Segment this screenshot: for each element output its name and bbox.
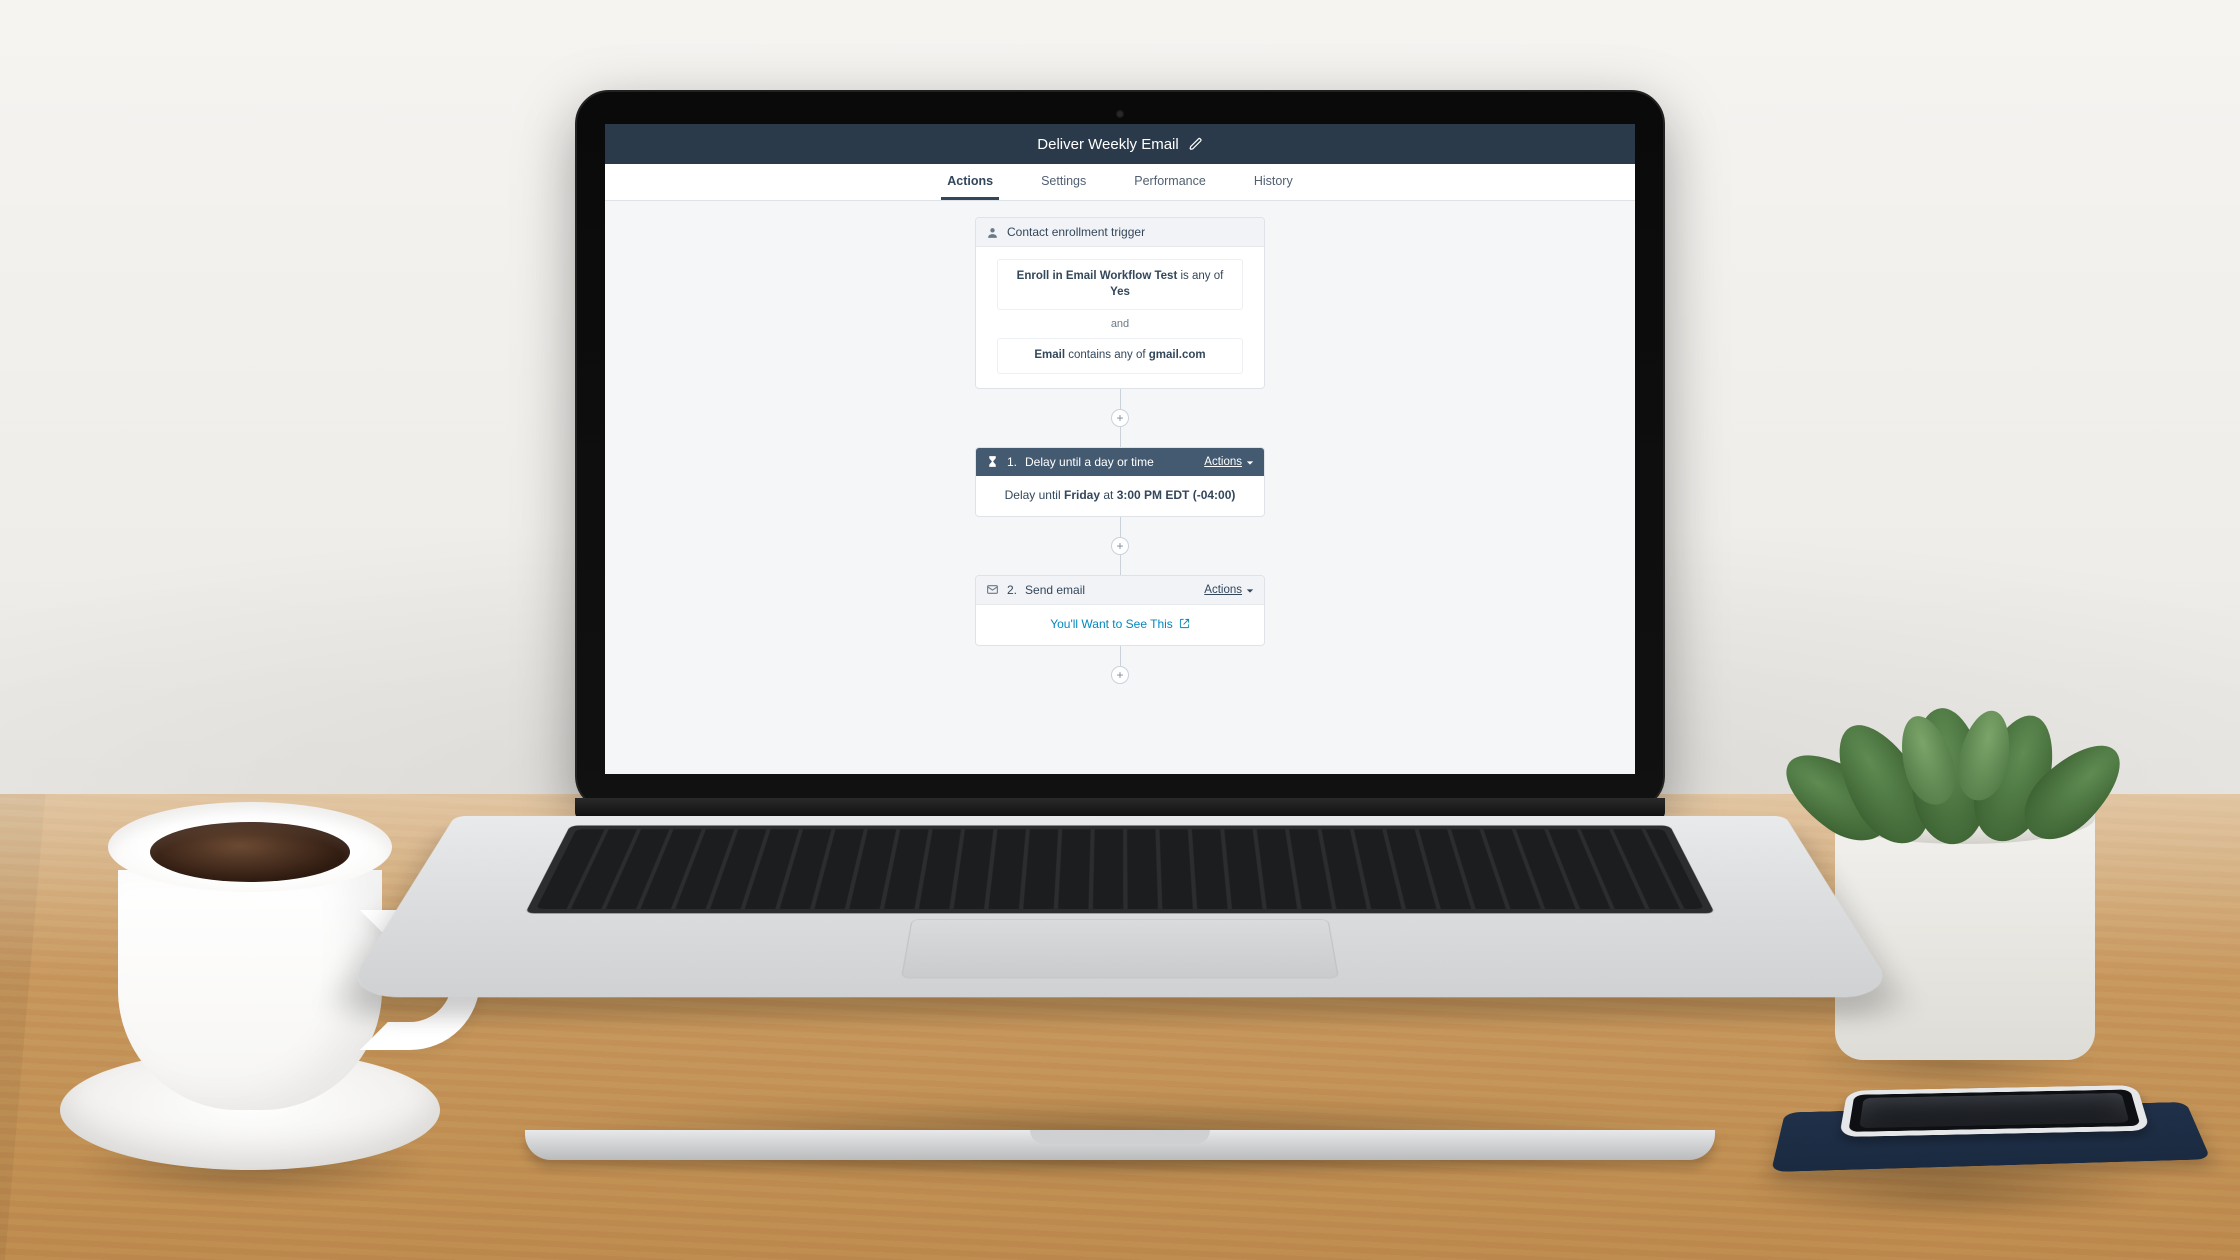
external-link-icon [1179, 618, 1190, 629]
tab-bar: Actions Settings Performance History [605, 164, 1635, 201]
delay-body: Delay until Friday at 3:00 PM EDT (-04:0… [976, 476, 1264, 516]
succulent [1810, 620, 2090, 840]
delay-step-card[interactable]: 1. Delay until a day or time Actions [975, 447, 1265, 517]
add-step-button[interactable]: + [1111, 666, 1129, 684]
contact-icon [986, 226, 999, 239]
delay-title: Delay until a day or time [1025, 455, 1154, 469]
tab-performance[interactable]: Performance [1128, 164, 1212, 200]
trigger-rule-2[interactable]: Email contains any of gmail.com [997, 338, 1244, 374]
rule-joiner: and [1111, 318, 1129, 330]
laptop-screen: Deliver Weekly Email Actions Settings Pe… [605, 124, 1635, 774]
connector [1120, 646, 1121, 666]
step-index: 1. [1007, 455, 1017, 469]
delay-actions-menu[interactable]: Actions [1204, 456, 1254, 468]
coffee-cup [118, 870, 382, 1110]
tab-settings[interactable]: Settings [1035, 164, 1092, 200]
step-index: 2. [1007, 583, 1017, 597]
scene-photo: Deliver Weekly Email Actions Settings Pe… [0, 0, 2240, 1260]
caret-down-icon [1246, 458, 1254, 466]
send-email-step-card[interactable]: 2. Send email Actions [975, 575, 1265, 646]
connector [1120, 517, 1121, 537]
send-email-header: 2. Send email Actions [976, 576, 1264, 605]
caret-down-icon [1246, 586, 1254, 594]
connector [1120, 389, 1121, 409]
hourglass-icon [986, 455, 999, 468]
smartphone [1839, 1085, 2150, 1137]
connector [1120, 427, 1121, 447]
envelope-icon [986, 583, 999, 596]
laptop-notch [1030, 1130, 1210, 1144]
trigger-title: Contact enrollment trigger [1007, 225, 1145, 239]
page-title: Deliver Weekly Email [1037, 136, 1178, 153]
tab-history[interactable]: History [1248, 164, 1299, 200]
workflow-flow: Contact enrollment trigger Enroll in Ema… [975, 217, 1265, 764]
laptop-deck [342, 816, 1899, 997]
laptop: Deliver Weekly Email Actions Settings Pe… [455, 80, 1785, 1220]
send-email-actions-menu[interactable]: Actions [1204, 584, 1254, 596]
workflow-canvas[interactable]: Contact enrollment trigger Enroll in Ema… [605, 201, 1635, 774]
email-link[interactable]: You'll Want to See This [976, 605, 1264, 645]
trigger-rule-1[interactable]: Enroll in Email Workflow Test is any of … [997, 259, 1244, 310]
workflow-app: Deliver Weekly Email Actions Settings Pe… [605, 124, 1635, 774]
send-email-title: Send email [1025, 583, 1085, 597]
trackpad [901, 919, 1339, 978]
tab-actions[interactable]: Actions [941, 164, 999, 200]
edit-title-icon[interactable] [1189, 137, 1203, 151]
connector [1120, 555, 1121, 575]
trigger-header: Contact enrollment trigger [976, 218, 1264, 247]
delay-header: 1. Delay until a day or time Actions [976, 448, 1264, 476]
coffee-liquid [150, 822, 350, 882]
add-step-button[interactable]: + [1111, 537, 1129, 555]
keyboard [525, 825, 1715, 913]
webcam-icon [1116, 110, 1124, 118]
enrollment-trigger-card[interactable]: Contact enrollment trigger Enroll in Ema… [975, 217, 1265, 389]
add-step-button[interactable]: + [1111, 409, 1129, 427]
titlebar: Deliver Weekly Email [605, 124, 1635, 164]
trigger-body: Enroll in Email Workflow Test is any of … [976, 247, 1264, 388]
